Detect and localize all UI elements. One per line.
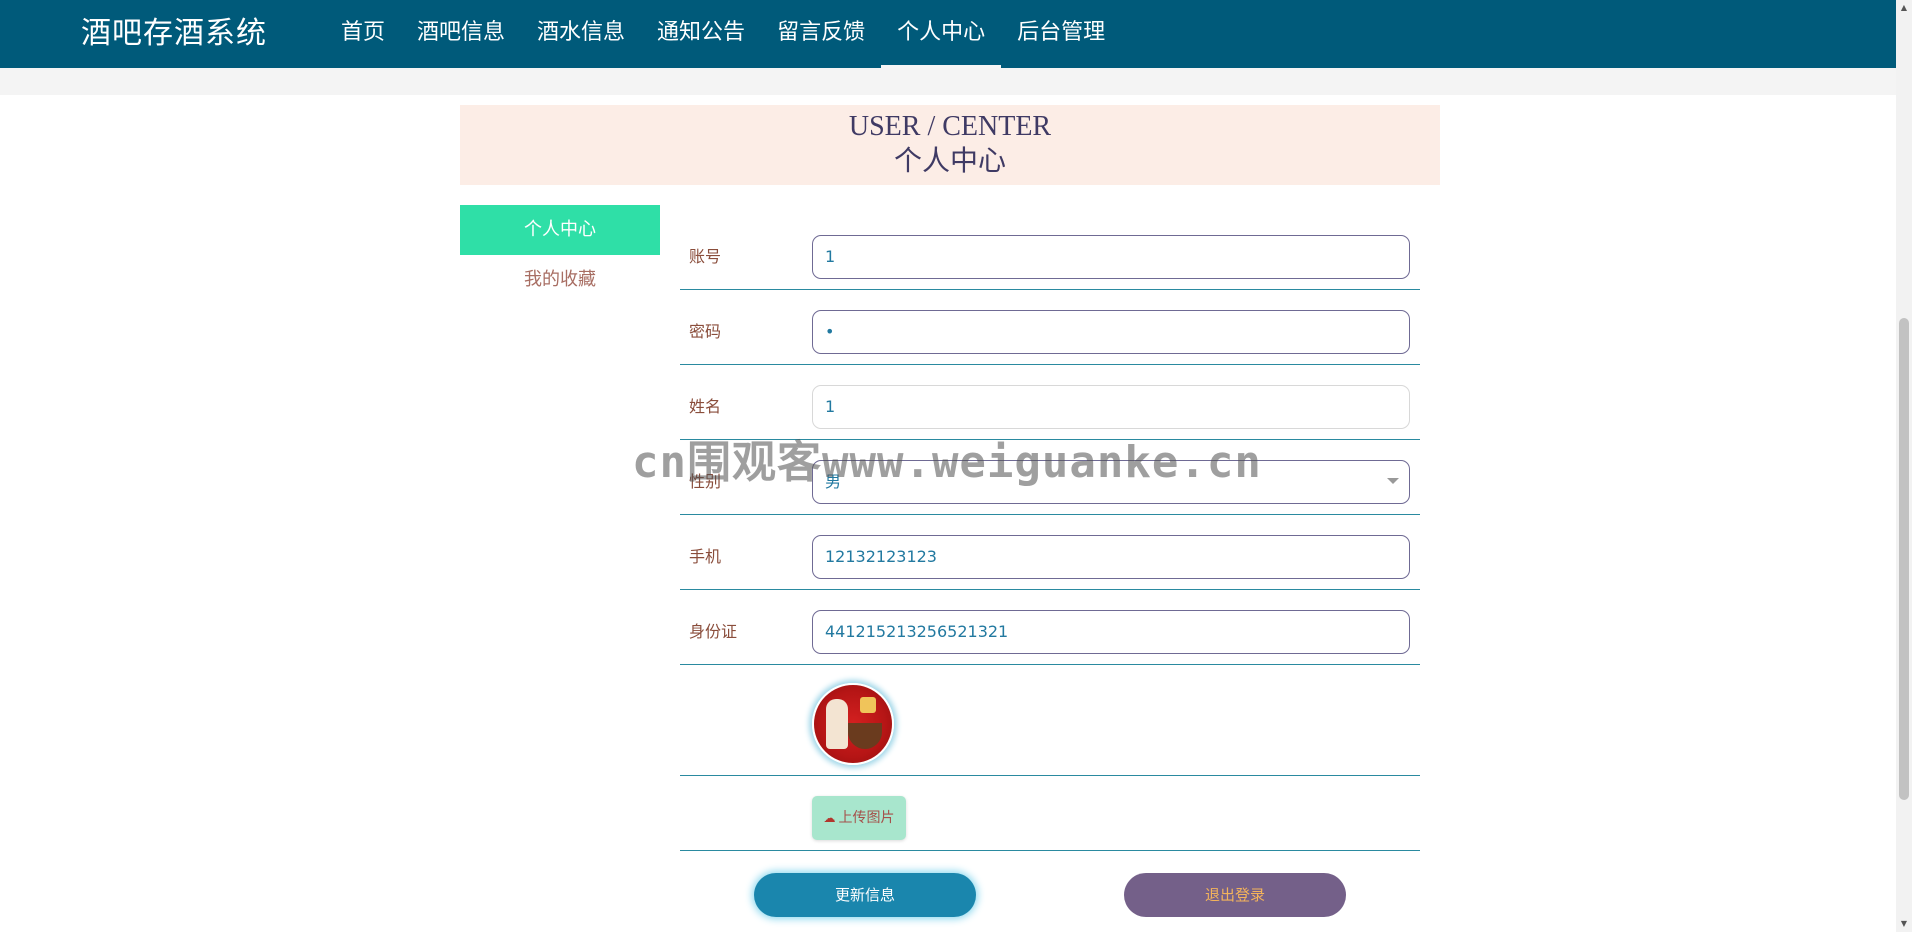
- upload-image-label: 上传图片: [838, 810, 895, 826]
- vertical-scrollbar[interactable]: ▲ ▼: [1896, 0, 1912, 932]
- account-input[interactable]: 1: [812, 235, 1410, 279]
- watermark-text: cn围观客www.weiguanke.cn: [632, 437, 1262, 488]
- profile-form: 账号 1 密码 • 姓名 1 性别 男 手机 12132123123 身份证 4…: [680, 215, 1420, 851]
- update-info-button[interactable]: 更新信息: [754, 873, 976, 917]
- banner-title-cn: 个人中心: [893, 146, 1006, 177]
- nav-home[interactable]: 首页: [325, 0, 401, 68]
- nav-feedback[interactable]: 留言反馈: [761, 0, 881, 68]
- site-title[interactable]: 酒吧存酒系统: [81, 14, 267, 54]
- nav-drinks-info[interactable]: 酒水信息: [521, 0, 641, 68]
- banner-title-en: USER / CENTER: [848, 111, 1052, 142]
- nav-user-center[interactable]: 个人中心: [881, 0, 1002, 68]
- nav-bar-info[interactable]: 酒吧信息: [401, 0, 521, 68]
- form-row-account: 账号 1: [680, 215, 1420, 290]
- avatar-sign: [860, 697, 876, 713]
- name-label: 姓名: [689, 397, 722, 416]
- account-label: 账号: [689, 247, 722, 266]
- password-input[interactable]: •: [812, 310, 1410, 354]
- chevron-down-icon: [1387, 478, 1399, 484]
- phone-input[interactable]: 12132123123: [812, 535, 1410, 579]
- main-nav: 首页 酒吧信息 酒水信息 通知公告 留言反馈 个人中心 后台管理: [325, 0, 1121, 68]
- id-card-input[interactable]: 441215213256521321: [812, 610, 1410, 654]
- nav-announcements[interactable]: 通知公告: [641, 0, 761, 68]
- sidebar-item-user-center[interactable]: 个人中心: [460, 205, 660, 255]
- sub-header-strip: [0, 68, 1896, 95]
- scroll-down-icon[interactable]: ▼: [1899, 919, 1909, 929]
- avatar: [812, 683, 894, 765]
- page-banner: USER / CENTER 个人中心: [460, 105, 1440, 185]
- avatar-bowl: [848, 723, 882, 749]
- form-row-avatar: [680, 665, 1420, 776]
- sidebar: 个人中心 我的收藏: [460, 205, 660, 305]
- name-input[interactable]: 1: [812, 385, 1410, 429]
- phone-label: 手机: [689, 547, 722, 566]
- form-row-password: 密码 •: [680, 290, 1420, 365]
- upload-image-button[interactable]: ☁ 上传图片: [812, 796, 906, 840]
- logout-button[interactable]: 退出登录: [1124, 873, 1346, 917]
- form-row-phone: 手机 12132123123: [680, 515, 1420, 590]
- avatar-figure: [826, 699, 848, 749]
- password-label: 密码: [689, 322, 722, 341]
- id-card-label: 身份证: [689, 622, 738, 641]
- top-navigation-bar: 酒吧存酒系统 首页 酒吧信息 酒水信息 通知公告 留言反馈 个人中心 后台管理: [0, 0, 1896, 69]
- scrollbar-thumb[interactable]: [1899, 318, 1909, 800]
- cloud-upload-icon: ☁: [823, 811, 836, 825]
- form-row-upload: ☁ 上传图片: [680, 776, 1420, 851]
- sidebar-item-favorites[interactable]: 我的收藏: [460, 255, 660, 305]
- form-row-id-card: 身份证 441215213256521321: [680, 590, 1420, 665]
- scroll-up-icon[interactable]: ▲: [1899, 3, 1909, 13]
- nav-admin[interactable]: 后台管理: [1001, 0, 1121, 68]
